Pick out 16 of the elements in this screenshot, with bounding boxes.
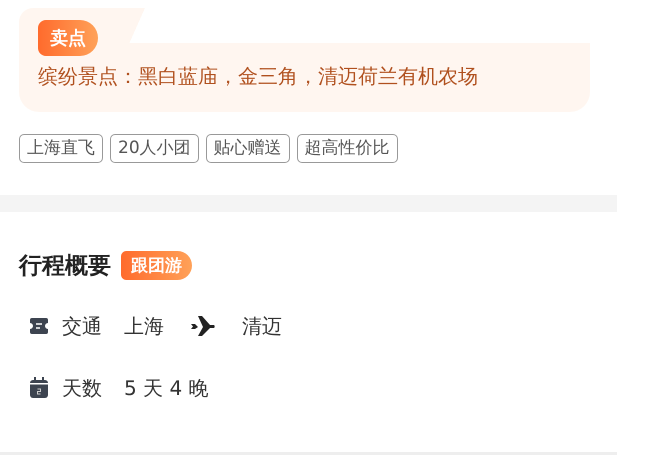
ticket-icon [29,317,49,335]
destination-city: 清迈 [242,312,282,340]
feature-tag: 20人小团 [110,134,199,163]
feature-tag: 上海直飞 [19,134,103,163]
tour-type-badge: 跟团游 [121,251,192,280]
selling-point-text: 缤纷景点：黑白蓝庙，金三角，清迈荷兰有机农场 [38,63,479,90]
duration-value: 5 天 4 晚 [124,374,209,402]
row-label: 交通 [62,312,102,340]
origin-city: 上海 [124,312,164,340]
selling-point-badge: 卖点 [38,20,98,56]
section-title: 行程概要 [19,252,111,281]
calendar-icon [29,377,49,399]
feature-tag: 贴心赠送 [206,134,290,163]
row-label: 天数 [62,374,102,402]
airplane-icon [190,315,216,337]
feature-tag: 超高性价比 [296,134,398,163]
